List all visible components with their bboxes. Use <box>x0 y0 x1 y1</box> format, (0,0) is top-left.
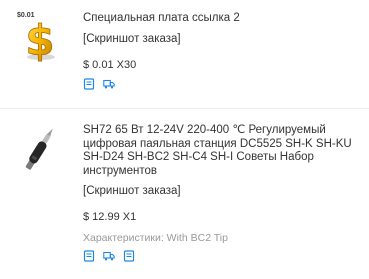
product-title[interactable]: Специальная плата ссылка 2 <box>83 12 361 26</box>
document-icon[interactable] <box>123 249 135 262</box>
product-thumbnail[interactable]: $ $0.01 <box>14 10 66 62</box>
product-properties: Характеристики: With BC2 Tip <box>83 232 228 244</box>
delivery-truck-icon[interactable] <box>103 77 115 89</box>
order-item: SH72 65 Вт 12-24V 220-400 ℃ Регулируемый… <box>0 109 369 279</box>
order-list: $ $0.01 Специальная плата ссылка 2 [Скри… <box>0 0 369 279</box>
order-info: Специальная плата ссылка 2 [Скриншот зак… <box>83 12 361 90</box>
delivery-truck-icon[interactable] <box>103 249 115 261</box>
price-quantity: $ 12.99 X1 <box>83 211 137 223</box>
svg-text:$: $ <box>25 16 54 62</box>
soldering-iron-icon <box>14 123 66 175</box>
order-info: SH72 65 Вт 12-24V 220-400 ℃ Регулируемый… <box>83 124 361 262</box>
order-screenshot-link[interactable]: [Скриншот заказа] <box>83 184 361 198</box>
thumbnail-price-badge: $0.01 <box>17 12 35 19</box>
price-quantity: $ 0.01 X30 <box>83 58 137 71</box>
order-item: $ $0.01 Специальная плата ссылка 2 [Скри… <box>0 0 369 109</box>
document-icon[interactable] <box>83 249 95 262</box>
order-actions <box>83 77 361 90</box>
document-icon[interactable] <box>83 77 95 90</box>
product-thumbnail[interactable] <box>14 123 66 175</box>
order-actions <box>83 249 361 262</box>
order-screenshot-link[interactable]: [Скриншот заказа] <box>83 32 361 46</box>
product-title[interactable]: SH72 65 Вт 12-24V 220-400 ℃ Регулируемый… <box>83 124 361 178</box>
